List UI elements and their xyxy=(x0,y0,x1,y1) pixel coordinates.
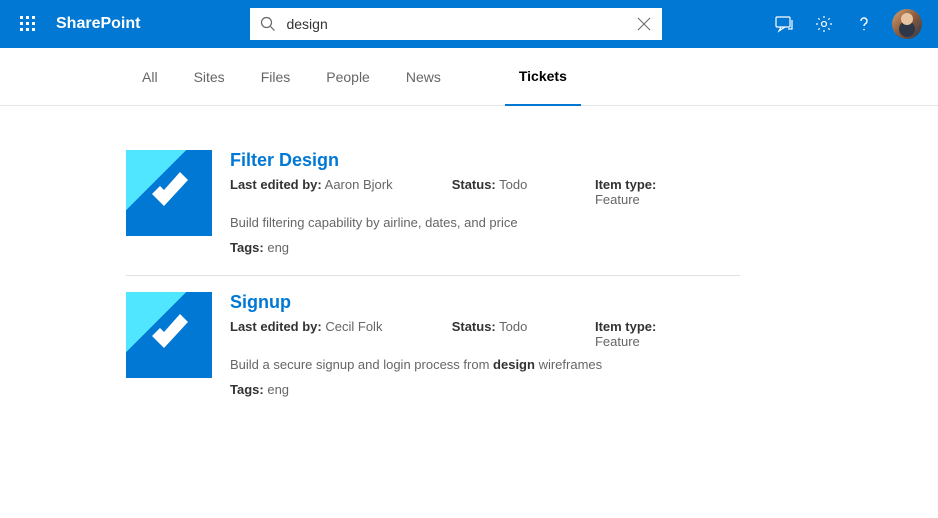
help-icon[interactable] xyxy=(844,4,884,44)
task-icon xyxy=(126,150,212,236)
tab-files[interactable]: Files xyxy=(247,48,305,105)
search-box xyxy=(250,8,662,40)
clear-search-icon[interactable] xyxy=(626,8,662,40)
meta-item-type: Feature xyxy=(595,334,640,349)
meta-label: Item type: xyxy=(595,177,656,192)
meta-status: Todo xyxy=(499,177,527,192)
chat-icon[interactable] xyxy=(764,4,804,44)
result-item: Filter Design Last edited by: Aaron Bjor… xyxy=(126,142,740,275)
result-item: Signup Last edited by: Cecil Folk Status… xyxy=(126,275,740,417)
result-title[interactable]: Filter Design xyxy=(230,150,740,171)
meta-tags: eng xyxy=(267,382,289,397)
meta-editor: Cecil Folk xyxy=(325,319,382,334)
search-results: Filter Design Last edited by: Aaron Bjor… xyxy=(0,106,740,417)
meta-label: Tags: xyxy=(230,240,264,255)
task-icon xyxy=(126,292,212,378)
avatar[interactable] xyxy=(892,9,922,39)
tab-sites[interactable]: Sites xyxy=(180,48,239,105)
meta-label: Status: xyxy=(452,319,496,334)
tab-tickets[interactable]: Tickets xyxy=(505,49,581,106)
tab-all[interactable]: All xyxy=(128,48,172,105)
meta-label: Status: xyxy=(452,177,496,192)
meta-label: Last edited by: xyxy=(230,177,322,192)
meta-label: Last edited by: xyxy=(230,319,322,334)
meta-editor: Aaron Bjork xyxy=(325,177,393,192)
tab-people[interactable]: People xyxy=(312,48,384,105)
search-icon xyxy=(250,16,286,32)
search-tabs: All Sites Files People News Tickets xyxy=(0,48,938,106)
result-description: Build filtering capability by airline, d… xyxy=(230,215,740,230)
result-description: Build a secure signup and login process … xyxy=(230,357,740,372)
app-name: SharePoint xyxy=(56,15,140,33)
result-title[interactable]: Signup xyxy=(230,292,740,313)
meta-label: Item type: xyxy=(595,319,656,334)
gear-icon[interactable] xyxy=(804,4,844,44)
meta-label: Tags: xyxy=(230,382,264,397)
search-input[interactable] xyxy=(286,8,626,40)
tab-news[interactable]: News xyxy=(392,48,455,105)
app-launcher-icon[interactable] xyxy=(8,4,48,44)
meta-status: Todo xyxy=(499,319,527,334)
meta-tags: eng xyxy=(267,240,289,255)
meta-item-type: Feature xyxy=(595,192,640,207)
top-header: SharePoint xyxy=(0,0,938,48)
